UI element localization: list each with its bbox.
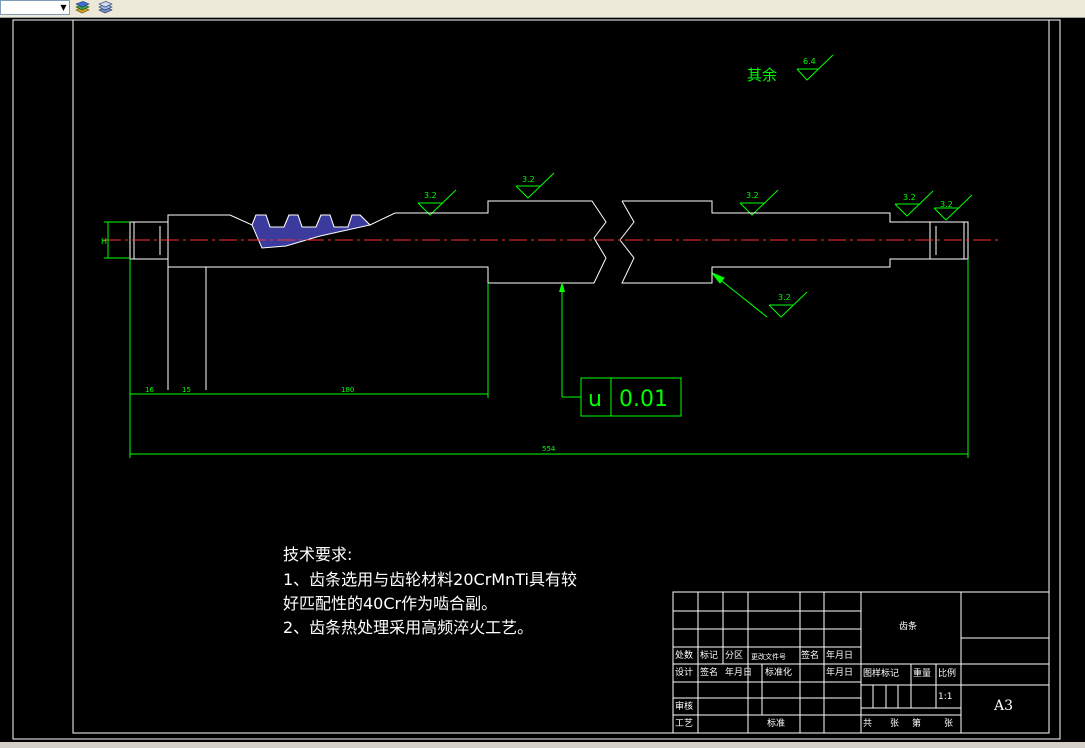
- tech-req-line3: 2、齿条热处理采用高频淬火工艺。: [283, 618, 534, 637]
- dimension-16: 16: [145, 386, 154, 394]
- tolerance-value: 0.01: [619, 387, 668, 412]
- roughness-value-5: 3.2: [940, 200, 953, 209]
- tb-qian-ming: 签名: [801, 651, 820, 661]
- toolbar: ▼: [0, 0, 1085, 18]
- roughness-value-3: 3.2: [746, 191, 759, 200]
- roughness-marks: [417, 172, 973, 318]
- layer-combo[interactable]: ▼: [0, 0, 70, 15]
- tb-paper-size: A3: [994, 698, 1014, 714]
- tb-design-date2: 年月日: [826, 668, 854, 678]
- tb-sheet-unit1: 张: [890, 719, 900, 729]
- tb-scale-label: 比例: [938, 669, 957, 679]
- roughness-value-6: 3.2: [778, 293, 791, 302]
- dimension-554: 554: [542, 445, 556, 453]
- tb-nian-yue-ri: 年月日: [826, 651, 854, 661]
- tb-sheet-total: 共: [863, 719, 873, 729]
- general-finish-value: 6.4: [803, 57, 816, 66]
- part-name: 齿条: [899, 622, 918, 632]
- tb-biao-ji: 标记: [700, 651, 719, 661]
- horizontal-dimensions: [129, 259, 969, 458]
- tech-req-line1: 1、齿条选用与齿轮材料20CrMnTi具有较: [283, 570, 577, 589]
- chevron-down-icon[interactable]: ▼: [59, 3, 68, 12]
- tb-sheet-unit2: 张: [944, 719, 954, 729]
- drawing-canvas[interactable]: 其余 6.4 3.2 3.2 3.2 3.2 3.2 3.2 H 16 15 1…: [0, 18, 1085, 742]
- general-surface-finish: 其余 6.4: [747, 54, 834, 84]
- layer-stack-icon[interactable]: [98, 1, 113, 14]
- tb-design-date: 年月日: [725, 668, 753, 678]
- tb-weight: 重量: [913, 669, 932, 679]
- tb-stage-mark: 图样标记: [863, 669, 900, 679]
- dimension-180: 180: [341, 386, 354, 394]
- tb-process: 工艺: [675, 719, 694, 729]
- title-block-grid: [672, 591, 1050, 734]
- dimension-15: 15: [182, 386, 191, 394]
- tb-review: 审核: [675, 702, 694, 712]
- layer-state-icon[interactable]: [75, 1, 90, 14]
- tooth-section-hatch: [251, 214, 371, 249]
- status-strip: [0, 742, 1085, 748]
- roughness-value-4: 3.2: [903, 193, 916, 202]
- tb-sheet-no: 第: [912, 719, 922, 729]
- roughness-value-1: 3.2: [424, 191, 437, 200]
- general-finish-label: 其余: [747, 66, 777, 84]
- tb-design-qian-ming: 签名: [700, 668, 719, 678]
- tb-chu-shu: 处数: [675, 651, 694, 661]
- dimension-h-label: H: [101, 237, 107, 246]
- tb-fen-qu: 分区: [725, 651, 744, 661]
- roughness-value-2: 3.2: [522, 175, 535, 184]
- tb-geng-gai: 更改文件号: [751, 653, 786, 661]
- tech-req-title: 技术要求:: [283, 545, 353, 564]
- tb-she-ji: 设计: [675, 668, 694, 678]
- tb-standard: 标准: [767, 719, 786, 729]
- tech-req-line2: 好匹配性的40Cr作为啮合副。: [283, 594, 498, 613]
- tb-biao-zhun-hua: 标准化: [765, 668, 793, 678]
- tb-scale-value: 1:1: [938, 692, 953, 702]
- tolerance-symbol: u: [588, 387, 602, 412]
